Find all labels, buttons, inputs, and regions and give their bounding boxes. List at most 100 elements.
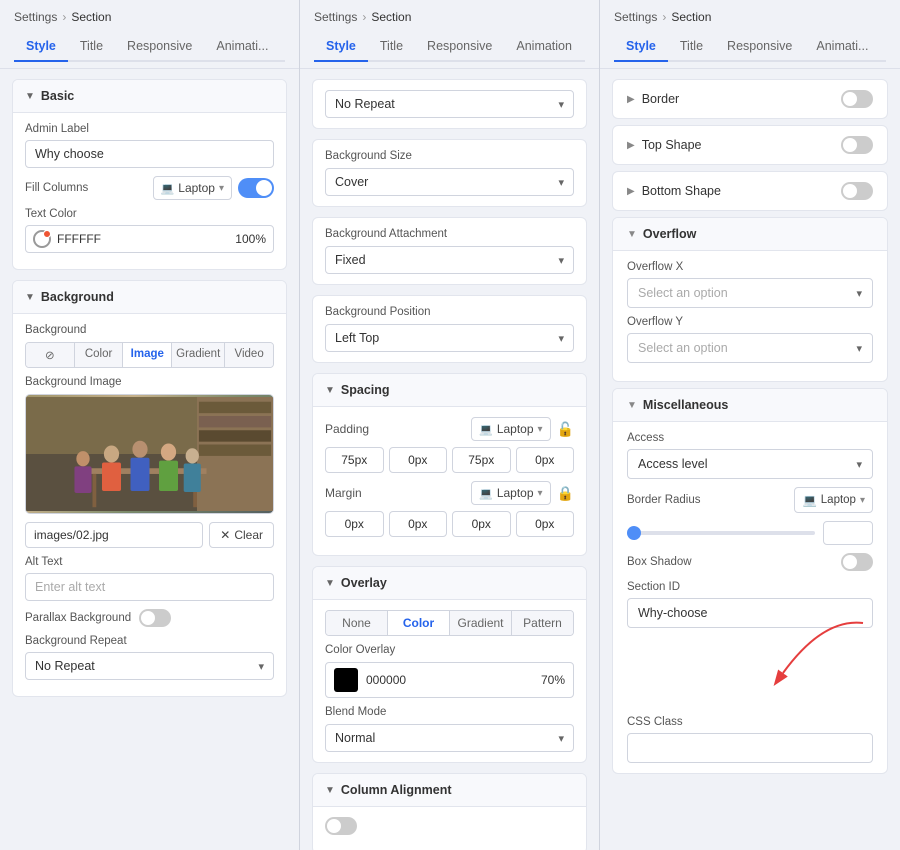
bg-attachment-block: Background Attachment Fixed ▾ bbox=[312, 217, 587, 285]
border-radius-value-input[interactable] bbox=[823, 521, 873, 545]
css-class-input[interactable] bbox=[627, 733, 873, 763]
bg-position-select[interactable]: Left Top ▾ bbox=[325, 324, 574, 352]
tab-animation-left[interactable]: Animati... bbox=[204, 32, 280, 62]
breadcrumb-section: Section bbox=[71, 10, 111, 24]
top-shape-row[interactable]: ▶ Top Shape bbox=[612, 125, 888, 165]
tab-responsive-middle[interactable]: Responsive bbox=[415, 32, 504, 62]
padding-header: Padding 💻 Laptop ▾ 🔓 bbox=[325, 417, 574, 441]
parallax-toggle[interactable] bbox=[139, 609, 171, 627]
bg-repeat-select[interactable]: No Repeat ▾ bbox=[25, 652, 274, 680]
background-section-header[interactable]: Background bbox=[13, 281, 286, 314]
margin-top[interactable] bbox=[325, 511, 384, 537]
bg-image-placeholder bbox=[26, 395, 273, 513]
border-toggle[interactable] bbox=[841, 90, 873, 108]
overflow-section-header[interactable]: ▼ Overflow bbox=[613, 218, 887, 251]
admin-label-field: Admin Label bbox=[25, 123, 274, 168]
tab-responsive-left[interactable]: Responsive bbox=[115, 32, 204, 62]
text-color-swatch-container[interactable]: FFFFFF 100% bbox=[25, 225, 274, 253]
overlay-section-header[interactable]: Overlay bbox=[313, 567, 586, 600]
overlay-tab-none[interactable]: None bbox=[326, 611, 388, 635]
breadcrumb-settings[interactable]: Settings bbox=[14, 10, 57, 24]
alt-text-input[interactable] bbox=[25, 573, 274, 601]
misc-section: ▼ Miscellaneous Access Access level ▾ Bo… bbox=[612, 388, 888, 774]
overflow-chevron-icon: ▼ bbox=[627, 229, 637, 240]
top-no-repeat-select[interactable]: No Repeat ▾ bbox=[325, 90, 574, 118]
overlay-tab-pattern[interactable]: Pattern bbox=[512, 611, 573, 635]
bg-position-value: Left Top bbox=[335, 331, 379, 345]
overlay-chevron-icon bbox=[325, 578, 335, 589]
tab-animation-right[interactable]: Animati... bbox=[804, 32, 880, 62]
blend-mode-chevron-icon: ▾ bbox=[558, 732, 564, 745]
margin-right[interactable] bbox=[389, 511, 448, 537]
bottom-shape-toggle[interactable] bbox=[841, 182, 873, 200]
col-align-toggle[interactable] bbox=[325, 817, 357, 835]
mid-breadcrumb-sep: › bbox=[362, 10, 366, 24]
margin-device-select[interactable]: 💻 Laptop ▾ bbox=[471, 481, 550, 505]
left-breadcrumb: Settings › Section bbox=[14, 10, 285, 24]
bottom-shape-chevron-icon: ▶ bbox=[627, 186, 635, 197]
padding-device-select[interactable]: 💻 Laptop ▾ bbox=[471, 417, 550, 441]
tab-style-middle[interactable]: Style bbox=[314, 32, 368, 62]
section-id-wrapper bbox=[627, 598, 873, 636]
border-radius-device-select[interactable]: 💻 Laptop ▾ bbox=[794, 487, 873, 513]
clear-button[interactable]: ✕ Clear bbox=[209, 522, 274, 548]
admin-label-input[interactable] bbox=[25, 140, 274, 168]
blend-mode-value: Normal bbox=[335, 731, 375, 745]
image-path-input[interactable] bbox=[25, 522, 203, 548]
tab-style-left[interactable]: Style bbox=[14, 32, 68, 62]
text-color-field: Text Color FFFFFF 100% bbox=[25, 208, 274, 253]
overflow-y-chevron-icon: ▾ bbox=[856, 342, 862, 355]
padding-top[interactable] bbox=[325, 447, 384, 473]
bg-tab-image[interactable]: Image bbox=[123, 343, 172, 367]
spacing-section-header[interactable]: Spacing bbox=[313, 374, 586, 407]
box-shadow-toggle[interactable] bbox=[841, 553, 873, 571]
tab-title-left[interactable]: Title bbox=[68, 32, 115, 62]
fill-columns-device-select[interactable]: 💻 Laptop ▾ bbox=[153, 176, 232, 200]
mid-breadcrumb-settings[interactable]: Settings bbox=[314, 10, 357, 24]
overflow-x-chevron-icon: ▾ bbox=[856, 287, 862, 300]
overflow-y-select[interactable]: Select an option ▾ bbox=[627, 333, 873, 363]
margin-bottom[interactable] bbox=[452, 511, 511, 537]
bg-tab-video[interactable]: Video bbox=[225, 343, 273, 367]
bg-size-select[interactable]: Cover ▾ bbox=[325, 168, 574, 196]
basic-section-header[interactable]: Basic bbox=[13, 80, 286, 113]
bg-tab-color[interactable]: Color bbox=[75, 343, 124, 367]
overlay-tab-color[interactable]: Color bbox=[388, 611, 450, 635]
access-select[interactable]: Access level ▾ bbox=[627, 449, 873, 479]
section-id-input[interactable] bbox=[627, 598, 873, 628]
right-breadcrumb-section: Section bbox=[671, 10, 711, 24]
overlay-tab-gradient[interactable]: Gradient bbox=[450, 611, 512, 635]
overlay-color-row[interactable]: 000000 70% bbox=[325, 662, 574, 698]
middle-panel: Settings › Section Style Title Responsiv… bbox=[300, 0, 600, 850]
padding-left[interactable] bbox=[516, 447, 575, 473]
bg-image-preview bbox=[25, 394, 274, 514]
tab-title-middle[interactable]: Title bbox=[368, 32, 415, 62]
overlay-opacity: 70% bbox=[541, 673, 565, 687]
tab-animation-middle[interactable]: Animation bbox=[504, 32, 584, 62]
padding-bottom[interactable] bbox=[452, 447, 511, 473]
tab-responsive-right[interactable]: Responsive bbox=[715, 32, 804, 62]
fill-columns-toggle[interactable] bbox=[238, 178, 274, 198]
overflow-x-select[interactable]: Select an option ▾ bbox=[627, 278, 873, 308]
margin-lock-icon[interactable]: 🔒 bbox=[557, 485, 574, 502]
column-alignment-header[interactable]: Column Alignment bbox=[313, 774, 586, 807]
border-row[interactable]: ▶ Border bbox=[612, 79, 888, 119]
border-chevron-icon: ▶ bbox=[627, 94, 635, 105]
right-breadcrumb-settings[interactable]: Settings bbox=[614, 10, 657, 24]
bg-tab-gradient[interactable]: Gradient bbox=[172, 343, 225, 367]
padding-right[interactable] bbox=[389, 447, 448, 473]
padding-lock-icon[interactable]: 🔓 bbox=[557, 421, 574, 438]
blend-mode-select[interactable]: Normal ▾ bbox=[325, 724, 574, 752]
margin-left[interactable] bbox=[516, 511, 575, 537]
border-radius-slider[interactable] bbox=[627, 531, 815, 535]
bg-attachment-select[interactable]: Fixed ▾ bbox=[325, 246, 574, 274]
margin-label: Margin bbox=[325, 486, 362, 500]
misc-section-header[interactable]: ▼ Miscellaneous bbox=[613, 389, 887, 422]
bottom-shape-row[interactable]: ▶ Bottom Shape bbox=[612, 171, 888, 211]
bg-tab-none[interactable]: ⊘ bbox=[26, 343, 75, 367]
fill-columns-device-label: Laptop bbox=[178, 181, 215, 195]
top-shape-toggle[interactable] bbox=[841, 136, 873, 154]
tab-title-right[interactable]: Title bbox=[668, 32, 715, 62]
fill-columns-label: Fill Columns bbox=[25, 182, 105, 194]
tab-style-right[interactable]: Style bbox=[614, 32, 668, 62]
